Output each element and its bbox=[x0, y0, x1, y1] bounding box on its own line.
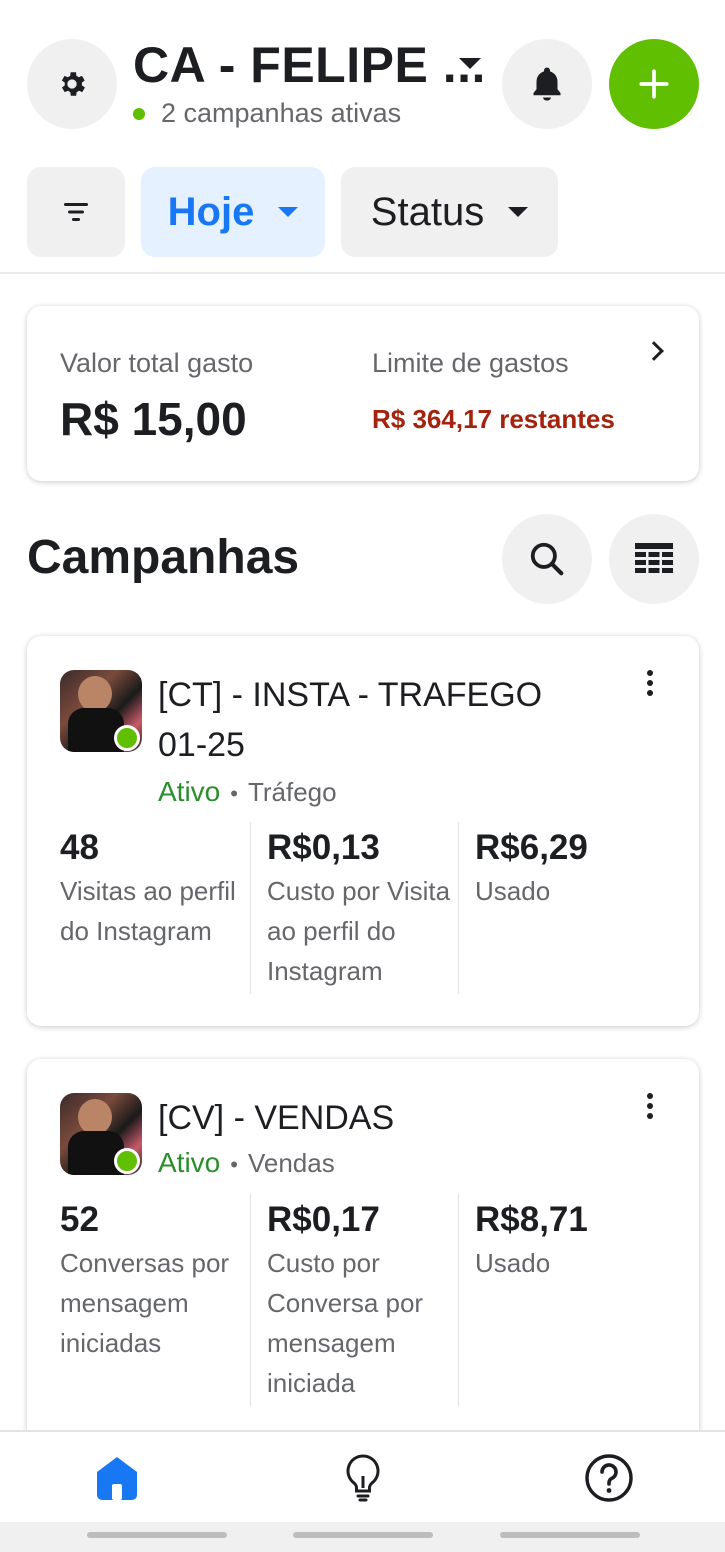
date-range-dropdown[interactable]: Hoje bbox=[141, 167, 325, 257]
search-button[interactable] bbox=[502, 514, 592, 604]
status-separator: • bbox=[230, 1152, 238, 1177]
campaign-card[interactable]: [CT] - INSTA - TRAFEGO 01-25 Ativo • Trá… bbox=[27, 636, 699, 1026]
bottom-navigation bbox=[0, 1430, 725, 1522]
account-dropdown-caret-icon[interactable] bbox=[459, 58, 481, 69]
metric-results: 48 Visitas ao perfil do Instagram bbox=[60, 826, 260, 951]
chevron-down-icon bbox=[278, 207, 299, 217]
account-title[interactable]: CA - FELIPE ... bbox=[133, 36, 486, 94]
active-status-dot-icon bbox=[114, 725, 140, 751]
filter-button[interactable] bbox=[27, 167, 125, 257]
system-nav-handle[interactable] bbox=[500, 1532, 640, 1538]
status-dropdown[interactable]: Status bbox=[341, 167, 558, 257]
home-icon bbox=[97, 1457, 137, 1500]
system-nav-handle[interactable] bbox=[293, 1532, 433, 1538]
campaign-card[interactable]: [CV] - VENDAS Ativo • Vendas 52 Conversa… bbox=[27, 1059, 699, 1479]
metric-value: R$0,17 bbox=[267, 1200, 380, 1239]
date-range-label: Hoje bbox=[167, 189, 255, 234]
help-icon bbox=[585, 1454, 633, 1502]
metric-cost-per-result: R$0,13 Custo por Visita ao perfil do Ins… bbox=[267, 826, 457, 991]
spending-limit-remaining: R$ 364,17 restantes bbox=[372, 404, 615, 434]
total-spent-value: R$ 15,00 bbox=[60, 393, 247, 445]
status-active-label: Ativo bbox=[158, 776, 221, 807]
campaign-name[interactable]: [CT] - INSTA - TRAFEGO 01-25 bbox=[158, 670, 598, 770]
table-icon bbox=[635, 543, 673, 573]
metric-label: Visitas ao perfil do Instagram bbox=[60, 876, 236, 946]
campaign-objective: Tráfego bbox=[247, 777, 337, 807]
chevron-down-icon bbox=[508, 207, 529, 217]
more-options-icon[interactable] bbox=[647, 670, 653, 700]
active-status-dot-icon bbox=[114, 1148, 140, 1174]
metric-value: R$6,29 bbox=[475, 828, 588, 867]
chevron-right-icon[interactable] bbox=[644, 341, 664, 361]
metric-results: 52 Conversas por mensagem iniciadas bbox=[60, 1198, 260, 1363]
active-campaigns-text: 2 campanhas ativas bbox=[161, 98, 402, 128]
lightbulb-icon bbox=[346, 1454, 380, 1502]
metric-label: Custo por Conversa por mensagem iniciada bbox=[267, 1248, 424, 1398]
status-separator: • bbox=[230, 781, 238, 806]
total-spent-label: Valor total gasto bbox=[60, 348, 254, 378]
metric-label: Custo por Visita ao perfil do Instagram bbox=[267, 876, 451, 986]
metric-divider bbox=[250, 1194, 251, 1406]
header-divider bbox=[0, 272, 725, 274]
notifications-button[interactable] bbox=[502, 39, 592, 129]
metric-divider bbox=[458, 1194, 459, 1406]
nav-tips[interactable] bbox=[335, 1450, 391, 1506]
metric-value: 48 bbox=[60, 828, 99, 867]
bell-icon bbox=[533, 67, 561, 101]
metric-amount-spent: R$6,29 Usado bbox=[475, 826, 665, 911]
plus-icon bbox=[639, 69, 669, 99]
campaign-status: Ativo • Vendas bbox=[158, 1147, 335, 1179]
metric-divider bbox=[458, 822, 459, 994]
metric-label: Usado bbox=[475, 1248, 551, 1278]
metric-value: 52 bbox=[60, 1200, 99, 1239]
metric-divider bbox=[250, 822, 251, 994]
spending-summary-card[interactable]: Valor total gasto R$ 15,00 Limite de gas… bbox=[27, 306, 699, 481]
campaign-status: Ativo • Tráfego bbox=[158, 776, 337, 808]
metric-value: R$0,13 bbox=[267, 828, 380, 867]
active-dot-icon bbox=[133, 107, 145, 120]
active-campaigns-status: 2 campanhas ativas bbox=[133, 98, 401, 129]
table-view-button[interactable] bbox=[609, 514, 699, 604]
nav-help[interactable] bbox=[581, 1450, 637, 1506]
gear-icon bbox=[61, 72, 85, 96]
campaign-name[interactable]: [CV] - VENDAS bbox=[158, 1093, 598, 1143]
more-options-icon[interactable] bbox=[647, 1093, 653, 1123]
system-nav-handle[interactable] bbox=[87, 1532, 227, 1538]
metric-label: Conversas por mensagem iniciadas bbox=[60, 1248, 230, 1358]
campaign-objective: Vendas bbox=[247, 1148, 335, 1178]
settings-button[interactable] bbox=[27, 39, 117, 129]
metric-label: Usado bbox=[475, 876, 551, 906]
campaigns-section-title: Campanhas bbox=[27, 531, 300, 584]
spending-limit-label: Limite de gastos bbox=[372, 348, 569, 378]
metric-amount-spent: R$8,71 Usado bbox=[475, 1198, 665, 1283]
filter-icon bbox=[64, 203, 88, 221]
add-campaign-button[interactable] bbox=[609, 39, 699, 129]
metric-cost-per-result: R$0,17 Custo por Conversa por mensagem i… bbox=[267, 1198, 457, 1403]
status-active-label: Ativo bbox=[158, 1147, 221, 1178]
status-label: Status bbox=[370, 189, 485, 234]
nav-home[interactable] bbox=[89, 1450, 145, 1506]
system-navigation-bar bbox=[0, 1522, 725, 1552]
search-icon bbox=[530, 542, 564, 576]
metric-value: R$8,71 bbox=[475, 1200, 588, 1239]
